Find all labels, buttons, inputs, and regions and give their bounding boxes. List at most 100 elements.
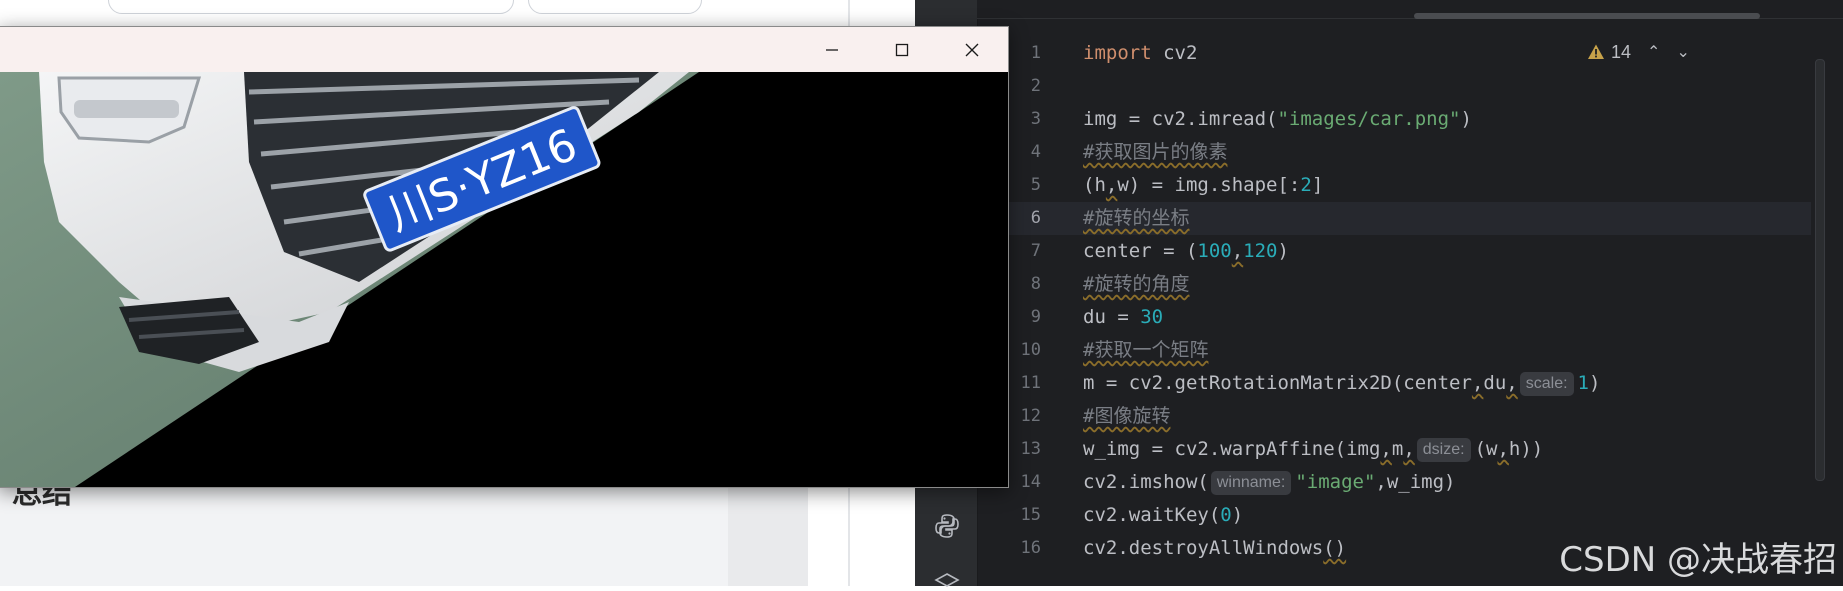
chevron-up-icon[interactable]: ⌃: [1647, 42, 1660, 62]
code-text: #旋转的角度: [1083, 268, 1189, 301]
code-line[interactable]: 3 img = cv2.imread("images/car.png"): [977, 103, 1811, 136]
chevron-down-icon[interactable]: ⌄: [1676, 42, 1689, 62]
code-token: m = cv2.getRotationMatrix2D(center: [1083, 372, 1472, 394]
code-token: cv2.destroyAllWindows: [1083, 537, 1324, 559]
code-text: du = 30: [1083, 301, 1163, 334]
code-text: import cv2: [1083, 37, 1197, 70]
warning-icon: [1588, 44, 1604, 59]
minimize-button[interactable]: [797, 27, 867, 72]
vertical-scrollbar[interactable]: [1815, 59, 1825, 481]
code-text: cv2.imshow(winname: "image",w_img): [1083, 466, 1455, 499]
close-button[interactable]: [937, 27, 1007, 72]
code-line[interactable]: 5 (h,w) = img.shape[:2]: [977, 169, 1811, 202]
code-text: #旋转的坐标: [1083, 202, 1189, 235]
code-line[interactable]: 9 du = 30: [977, 301, 1811, 334]
code-text: #图像旋转: [1083, 400, 1170, 433]
python-icon[interactable]: [933, 512, 961, 540]
code-line[interactable]: 12 #图像旋转: [977, 400, 1811, 433]
code-token: 120: [1243, 240, 1278, 262]
code-token: (w: [1474, 438, 1498, 460]
code-token: du =: [1083, 306, 1141, 328]
ide-panel: 1 import cv2 2 3 img = cv2.imread("images/ca…: [915, 0, 1843, 587]
code-token: ,: [1231, 240, 1244, 262]
code-text: center = (100,120): [1083, 235, 1289, 268]
code-token: w) = img.shape[:: [1117, 174, 1301, 196]
code-token: m: [1391, 438, 1404, 460]
code-line[interactable]: 14 cv2.imshow(winname: "image",w_img): [977, 466, 1811, 499]
maximize-button[interactable]: [867, 27, 937, 72]
code-token: ,: [1105, 174, 1118, 196]
code-token: ]: [1311, 174, 1324, 196]
code-line[interactable]: 6 #旋转的坐标: [977, 202, 1811, 235]
code-text: #获取图片的像素: [1083, 136, 1227, 169]
inspection-widget[interactable]: 14 ⌃ ⌄: [1587, 37, 1690, 67]
code-token: h)): [1508, 438, 1544, 460]
code-line[interactable]: 2: [977, 70, 1811, 103]
code-text: (h,w) = img.shape[:2]: [1083, 169, 1323, 202]
code-text: w_img = cv2.warpAffine(img,m, dsize: (w,h)…: [1083, 433, 1543, 466]
code-token: 30: [1140, 306, 1164, 328]
code-token: cv2.imshow(: [1083, 471, 1209, 493]
code-token: ,: [1380, 438, 1392, 460]
editor-top-strip: [977, 0, 1843, 19]
code-editor[interactable]: 1 import cv2 2 3 img = cv2.imread("images/ca…: [977, 19, 1843, 586]
code-token: cv2: [1163, 42, 1198, 64]
code-token: ): [1460, 108, 1472, 130]
parameter-hint: scale:: [1519, 372, 1574, 396]
maximize-icon: [895, 43, 909, 56]
code-token: img = cv2.imread(: [1083, 108, 1278, 130]
minimize-icon: [826, 48, 838, 51]
code-token: #旋转的坐标: [1083, 207, 1190, 229]
code-token: ): [1231, 504, 1244, 526]
code-token: #旋转的角度: [1083, 273, 1190, 295]
code-line[interactable]: 8 #旋转的角度: [977, 268, 1811, 301]
parameter-hint: winname:: [1210, 471, 1292, 495]
code-token: (h: [1083, 174, 1106, 196]
close-icon: [965, 43, 979, 56]
code-line[interactable]: 4 #获取图片的像素: [977, 136, 1811, 169]
code-token: ,: [1497, 438, 1509, 460]
code-token: "images/car.png": [1277, 108, 1461, 130]
code-token: w_img = cv2.warpAffine(img: [1083, 438, 1381, 460]
code-token: ,: [1403, 438, 1415, 460]
parameter-hint: dsize:: [1416, 438, 1471, 462]
code-token: du: [1483, 372, 1507, 394]
code-token: ): [1277, 240, 1289, 262]
code-token: 100: [1197, 240, 1232, 262]
browser-action-pill[interactable]: [528, 0, 702, 14]
code-line[interactable]: 7 center = (100,120): [977, 235, 1811, 268]
code-line[interactable]: 11 m = cv2.getRotationMatrix2D(center,du,…: [977, 367, 1811, 400]
csdn-watermark: CSDN @决战春招: [1559, 540, 1837, 580]
code-token: #获取一个矩阵: [1083, 339, 1209, 361]
code-text: cv2.destroyAllWindows(): [1083, 532, 1346, 565]
code-token: 0: [1220, 504, 1232, 526]
code-token: "image": [1295, 471, 1376, 493]
warning-count: 14: [1611, 41, 1632, 62]
code-text: #获取一个矩阵: [1083, 334, 1208, 367]
image-window[interactable]: 川S·YZ16: [0, 26, 1009, 488]
code-line[interactable]: 13 w_img = cv2.warpAffine(img,m, dsize: (w,…: [977, 433, 1811, 466]
window-title-bar[interactable]: [0, 27, 1008, 72]
line-number: 15: [1020, 505, 1041, 525]
code-text: img = cv2.imread("images/car.png"): [1083, 103, 1472, 136]
line-number: 16: [1020, 538, 1041, 558]
code-token: center = (: [1083, 240, 1198, 262]
code-token: cv2.waitKey(: [1083, 504, 1221, 526]
code-token: (): [1323, 537, 1347, 559]
code-text: cv2.waitKey(0): [1083, 499, 1243, 532]
code-token: #获取图片的像素: [1083, 141, 1228, 163]
code-token: ,: [1471, 372, 1484, 394]
code-token: 1: [1577, 372, 1589, 394]
code-token: 2: [1300, 174, 1312, 196]
code-line[interactable]: 10 #获取一个矩阵: [977, 334, 1811, 367]
code-token: import: [1083, 42, 1164, 64]
code-token: #图像旋转: [1083, 405, 1171, 427]
code-token: ): [1588, 372, 1601, 394]
car-photo: 川S·YZ16: [0, 72, 699, 487]
code-token: ,w_img): [1375, 471, 1456, 493]
code-text: m = cv2.getRotationMatrix2D(center,du, sc…: [1083, 367, 1600, 400]
layers-icon[interactable]: [933, 571, 961, 591]
code-token: ,: [1506, 372, 1518, 394]
browser-search-pill[interactable]: [108, 0, 514, 14]
code-line[interactable]: 15 cv2.waitKey(0): [977, 499, 1811, 532]
